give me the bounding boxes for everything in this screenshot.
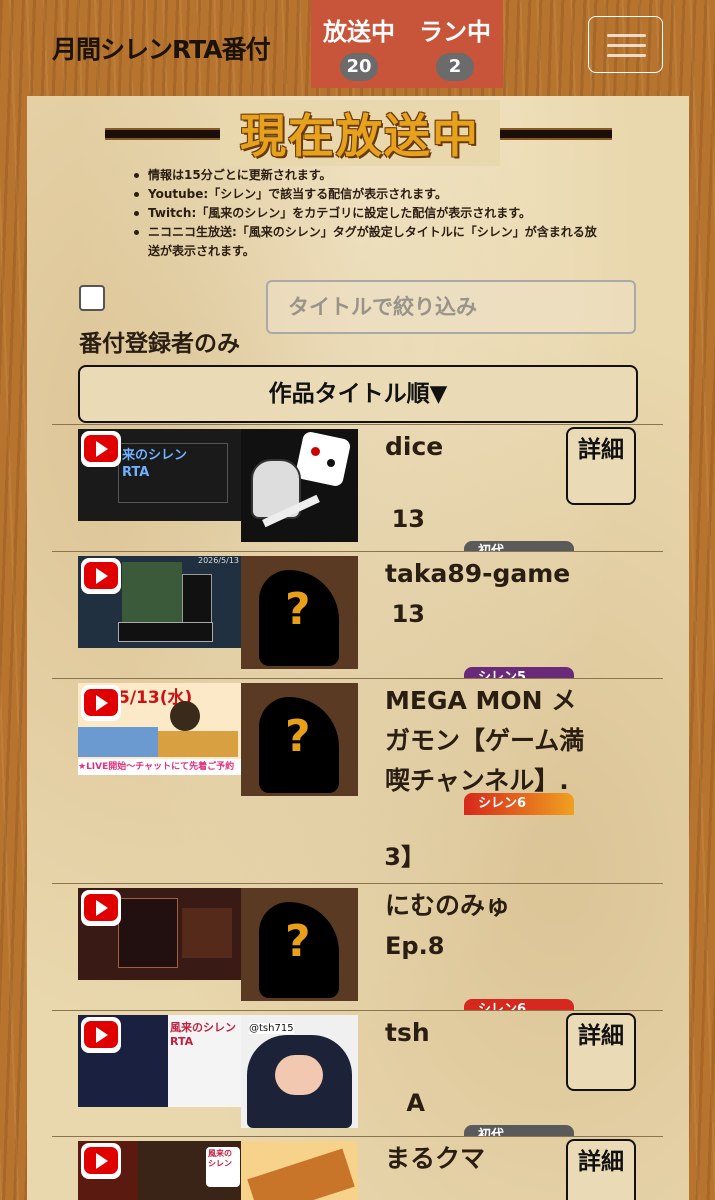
- streamer-name: taka89-game: [385, 559, 571, 588]
- streamer-name: dice: [385, 432, 444, 461]
- streamer-name: にむのみゅ: [385, 891, 511, 920]
- streamer-name: tsh: [385, 1018, 430, 1047]
- broadcasting-label: 放送中: [323, 18, 395, 46]
- stream-title-fragment: A: [406, 1089, 425, 1117]
- note-item: ニコニコ生放送:「風来のシレン」タグが設定しタイトルに「シレン」が含まれる放: [130, 223, 650, 242]
- streamer-avatar: ?: [241, 556, 358, 669]
- broadcasting-count: 放送中 20: [311, 12, 407, 81]
- game-badge: 初代: [464, 1125, 574, 1136]
- running-label: ラン中: [419, 18, 491, 46]
- detail-button[interactable]: 詳細: [566, 1013, 636, 1091]
- note-item: Youtube:「シレン」で該当する配信が表示されます。: [130, 185, 650, 204]
- note-item: Twitch:「風来のシレン」をカテゴリに設定した配信が表示されます。: [130, 204, 650, 223]
- stream-title-clip: 13: [385, 600, 425, 640]
- menu-icon-bar: [607, 44, 646, 47]
- note-item: 情報は15分ごとに更新されます。: [130, 166, 650, 185]
- stream-title-clip: A: [385, 1089, 425, 1129]
- sort-by-title-button[interactable]: 作品タイトル順▼: [78, 365, 638, 423]
- streamer-avatar: ?: [241, 888, 358, 1001]
- thumbnail-caption: 来のシレン RTA: [122, 448, 188, 480]
- game-badge: シレン6: [464, 999, 574, 1010]
- thumbnail-caption: 風来のシレン RTA: [170, 1021, 236, 1048]
- running-number: 2: [436, 53, 474, 81]
- registered-only-label: 番付登録者のみ: [79, 331, 240, 357]
- youtube-icon: [81, 558, 121, 594]
- live-counts: 放送中 20 ラン中 2: [311, 0, 503, 88]
- header: 月間シレンRTA番付 放送中 20 ラン中 2: [0, 0, 715, 96]
- info-notes: 情報は15分ごとに更新されます。 Youtube:「シレン」で該当する配信が表示…: [130, 166, 650, 261]
- hamburger-menu-button[interactable]: [588, 16, 663, 73]
- streamer-avatar: [241, 1141, 358, 1200]
- youtube-icon: [81, 1017, 121, 1053]
- youtube-icon: [81, 890, 121, 926]
- youtube-icon: [81, 1143, 121, 1179]
- unknown-avatar-icon: ?: [285, 916, 311, 967]
- game-badge: シレン5: [464, 667, 574, 678]
- stream-row[interactable]: ? にむのみゅ Ep.8 シレン6: [52, 883, 663, 1010]
- game-badge: シレン6: [464, 793, 574, 815]
- streamer-avatar: [241, 429, 358, 542]
- stream-title-fragment: 13】: [385, 843, 425, 871]
- menu-icon-bar: [607, 34, 646, 37]
- note-item-continued: 送が表示されます。: [148, 244, 255, 258]
- thumbnail-caption: ★LIVE開始〜チャットにて先着ご予約: [78, 759, 241, 775]
- unknown-avatar-icon: ?: [285, 711, 311, 762]
- site-title[interactable]: 月間シレンRTA番付: [52, 30, 271, 66]
- stream-row[interactable]: 5/13(水) ★LIVE開始〜チャットにて先着ご予約 ? MEGA MON メ…: [52, 678, 663, 883]
- youtube-icon: [81, 685, 121, 721]
- banner-title: 現在放送中: [220, 100, 500, 166]
- streamer-name: MEGA MON メガモン【ゲーム満喫チャンネル】.: [385, 686, 585, 795]
- stream-row[interactable]: 2026/5/13 ? taka89-game 13 シレン5: [52, 551, 663, 678]
- game-badge: 初代: [464, 541, 574, 551]
- thumbnail-date: 2026/5/13: [198, 556, 240, 565]
- stream-title-fragment: Ep.8: [385, 932, 445, 960]
- stream-row[interactable]: 風来の シレン まるクマ 詳細: [52, 1136, 663, 1200]
- unknown-avatar-icon: ?: [285, 584, 311, 635]
- detail-button[interactable]: 詳細: [566, 427, 636, 505]
- streamer-avatar: @tsh715: [241, 1015, 358, 1128]
- streamer-name: まるクマ: [385, 1144, 486, 1173]
- stream-row[interactable]: 風来のシレン RTA @tsh715 tsh A 初代 詳細: [52, 1010, 663, 1136]
- stream-row[interactable]: 来のシレン RTA dice 13 初代 詳細: [52, 424, 663, 551]
- youtube-icon: [81, 431, 121, 467]
- stream-title-fragment: 13: [391, 505, 425, 533]
- streamer-avatar: ?: [241, 683, 358, 796]
- registered-only-checkbox[interactable]: [79, 285, 105, 311]
- title-filter-input[interactable]: タイトルで絞り込み: [266, 280, 636, 334]
- avatar-handle: @tsh715: [249, 1023, 294, 1034]
- menu-icon-bar: [607, 54, 646, 57]
- broadcasting-number: 20: [340, 53, 378, 81]
- stream-title-clip: 13: [385, 505, 425, 545]
- stream-title-fragment: 13: [391, 600, 425, 628]
- detail-button[interactable]: 詳細: [566, 1139, 636, 1200]
- thumbnail-caption: 風来の シレン: [208, 1149, 232, 1168]
- stream-title-clip: 13】: [385, 837, 425, 877]
- running-count: ラン中 2: [407, 12, 503, 81]
